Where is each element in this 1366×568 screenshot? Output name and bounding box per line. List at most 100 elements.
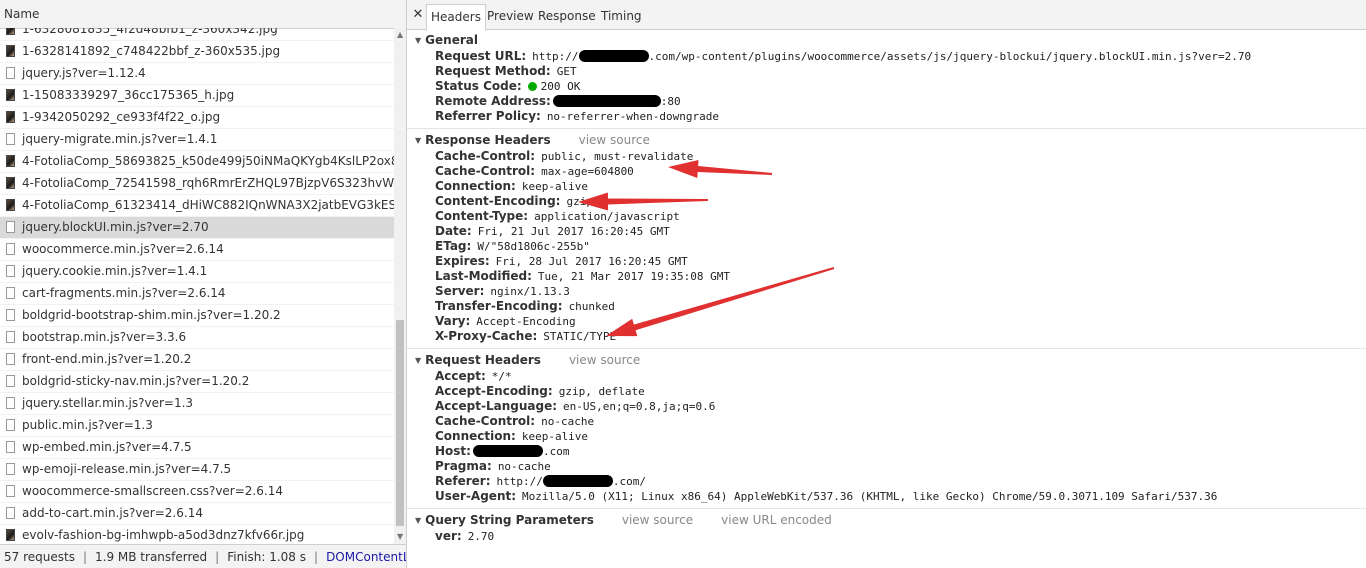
header-key: ETag: — [435, 239, 472, 253]
document-file-icon — [6, 507, 15, 519]
request-list-item[interactable]: 1-6328141892_c748422bbf_z-360x535.jpg — [0, 41, 394, 63]
request-list-item[interactable]: 1-9342050292_ce933f4f22_o.jpg — [0, 107, 394, 129]
request-name: evolv-fashion-bg-imhwpb-a5od3dnz7kfv66r.… — [22, 528, 305, 542]
name-column-header[interactable]: Name — [0, 0, 406, 29]
header-key: Accept: — [435, 369, 486, 383]
redacted-mark — [552, 95, 661, 107]
expand-triangle-icon: ▼ — [415, 516, 422, 525]
view-url-encoded-link[interactable]: view URL encoded — [721, 513, 832, 527]
image-file-icon — [6, 89, 15, 101]
request-list-item[interactable]: jquery.js?ver=1.12.4 — [0, 63, 394, 85]
header-key: Content-Type: — [435, 209, 529, 223]
header-value: gzip — [566, 195, 593, 208]
header-value: nginx/1.13.3 — [490, 285, 570, 298]
header-key: Referrer Policy: — [435, 109, 541, 123]
view-source-link[interactable]: view source — [569, 353, 640, 367]
view-source-link[interactable]: view source — [622, 513, 693, 527]
request-list-item[interactable]: woocommerce.min.js?ver=2.6.14 — [0, 239, 394, 261]
request-details-panel: ✕ Headers Preview Response Timing ▼ Gener… — [407, 0, 1366, 568]
request-name: boldgrid-bootstrap-shim.min.js?ver=1.20.… — [22, 308, 281, 322]
tab-preview[interactable]: Preview — [483, 4, 538, 29]
section-divider — [407, 348, 1366, 349]
request-name: woocommerce.min.js?ver=2.6.14 — [22, 242, 224, 256]
response-header-row: Transfer-Encoding: chunked — [407, 299, 1366, 314]
request-list-item[interactable]: cart-fragments.min.js?ver=2.6.14 — [0, 283, 394, 305]
document-file-icon — [6, 309, 15, 321]
scroll-up-arrow-icon[interactable]: ▲ — [397, 31, 403, 39]
general-section: ▼ General Request URL: http:// .com/wp-cont… — [407, 31, 1366, 124]
request-list-item[interactable]: boldgrid-sticky-nav.min.js?ver=1.20.2 — [0, 371, 394, 393]
general-section-header[interactable]: ▼ General — [407, 31, 1366, 49]
section-title: Query String Parameters — [425, 513, 594, 527]
header-key: Server: — [435, 284, 485, 298]
status-code-row: Status Code: 200 OK — [407, 79, 1366, 94]
header-value: */* — [491, 370, 512, 383]
request-list-item[interactable]: wp-embed.min.js?ver=4.7.5 — [0, 437, 394, 459]
document-file-icon — [6, 353, 15, 365]
request-list-item[interactable]: 4-FotoliaComp_58693825_k50de499j50iNMaQK… — [0, 151, 394, 173]
request-name: jquery-migrate.min.js?ver=1.4.1 — [22, 132, 218, 146]
response-header-row: Last-Modified: Tue, 21 Mar 2017 19:35:08 … — [407, 269, 1366, 284]
request-list-item[interactable]: bootstrap.min.js?ver=3.3.6 — [0, 327, 394, 349]
request-list-item[interactable]: front-end.min.js?ver=1.20.2 — [0, 349, 394, 371]
request-list-item[interactable]: 4-FotoliaComp_72541598_rqh6RmrErZHQL97Bj… — [0, 173, 394, 195]
request-name: jquery.cookie.min.js?ver=1.4.1 — [22, 264, 208, 278]
header-key: Connection: — [435, 179, 516, 193]
document-file-icon — [6, 441, 15, 453]
view-source-link[interactable]: view source — [579, 133, 650, 147]
dom-content-loaded-link[interactable]: DOMContentLoa... — [326, 550, 406, 564]
expand-triangle-icon: ▼ — [415, 36, 422, 45]
tab-response[interactable]: Response — [534, 4, 600, 29]
header-key: Referer: — [435, 474, 491, 488]
response-headers-header[interactable]: ▼ Response Headers view source — [407, 131, 1366, 149]
tab-timing[interactable]: Timing — [597, 4, 646, 29]
user-agent-row: User-Agent: Mozilla/5.0 (X11; Linux x86_6… — [407, 489, 1366, 504]
referrer-policy-row: Referrer Policy: no-referrer-when-downgra… — [407, 109, 1366, 124]
header-value: Tue, 21 Mar 2017 19:35:08 GMT — [537, 270, 730, 283]
scrollbar-thumb[interactable] — [396, 320, 404, 526]
network-summary-bar: 57 requests | 1.9 MB transferred | Finish: 1… — [0, 544, 406, 568]
header-key: Last-Modified: — [435, 269, 532, 283]
header-key: Pragma: — [435, 459, 492, 473]
image-file-icon — [6, 45, 15, 57]
tab-headers[interactable]: Headers — [426, 4, 486, 31]
request-list: 1-6328081835_4f2d48bfb1_z-360x342.jpg 1-6… — [0, 28, 394, 544]
response-headers-section: ▼ Response Headers view source Cache-Contr… — [407, 131, 1366, 344]
response-header-row: Vary: Accept-Encoding — [407, 314, 1366, 329]
request-name: 4-FotoliaComp_61323414_dHiWC882IQnWNA3X2… — [22, 198, 394, 212]
header-key: Content-Encoding: — [435, 194, 561, 208]
request-list-item[interactable]: 1-15083339297_36cc175365_h.jpg — [0, 85, 394, 107]
header-key: Host: — [435, 444, 471, 458]
request-list-item[interactable]: woocommerce-smallscreen.css?ver=2.6.14 — [0, 481, 394, 503]
header-value: chunked — [568, 300, 615, 313]
request-name: 4-FotoliaComp_58693825_k50de499j50iNMaQK… — [22, 154, 394, 168]
request-headers-header[interactable]: ▼ Request Headers view source — [407, 351, 1366, 369]
request-list-item[interactable]: jquery-migrate.min.js?ver=1.4.1 — [0, 129, 394, 151]
query-string-header[interactable]: ▼ Query String Parameters view source view … — [407, 511, 1366, 529]
request-name: 4-FotoliaComp_72541598_rqh6RmrErZHQL97Bj… — [22, 176, 394, 190]
section-divider — [407, 128, 1366, 129]
request-list-item[interactable]: jquery.stellar.min.js?ver=1.3 — [0, 393, 394, 415]
request-list-item[interactable]: jquery.cookie.min.js?ver=1.4.1 — [0, 261, 394, 283]
redacted-mark — [542, 475, 613, 487]
image-file-icon — [6, 199, 15, 211]
accept-encoding-row: Accept-Encoding: gzip, deflate — [407, 384, 1366, 399]
response-header-row: ETag: W/"58d1806c-255b" — [407, 239, 1366, 254]
request-list-item[interactable]: evolv-fashion-bg-imhwpb-a5od3dnz7kfv66r.… — [0, 525, 394, 544]
request-list-item[interactable]: wp-emoji-release.min.js?ver=4.7.5 — [0, 459, 394, 481]
request-list-item[interactable]: 4-FotoliaComp_61323414_dHiWC882IQnWNA3X2… — [0, 195, 394, 217]
request-list-panel: Name 1-6328081835_4f2d48bfb1_z-360x342.j… — [0, 0, 407, 568]
document-file-icon — [6, 485, 15, 497]
document-file-icon — [6, 243, 15, 255]
response-header-row: Connection: keep-alive — [407, 179, 1366, 194]
request-list-item[interactable]: public.min.js?ver=1.3 — [0, 415, 394, 437]
request-list-item[interactable]: jquery.blockUI.min.js?ver=2.70 — [0, 217, 394, 239]
response-header-row: Cache-Control: public, must-revalidate — [407, 149, 1366, 164]
request-list-item[interactable]: boldgrid-bootstrap-shim.min.js?ver=1.20.… — [0, 305, 394, 327]
scroll-down-arrow-icon[interactable]: ▼ — [397, 533, 403, 541]
request-method-row: Request Method: GET — [407, 64, 1366, 79]
request-list-item[interactable]: 1-6328081835_4f2d48bfb1_z-360x342.jpg — [0, 28, 394, 41]
request-list-item[interactable]: add-to-cart.min.js?ver=2.6.14 — [0, 503, 394, 525]
cache-control-row: Cache-Control: no-cache — [407, 414, 1366, 429]
close-icon[interactable]: ✕ — [411, 0, 425, 30]
